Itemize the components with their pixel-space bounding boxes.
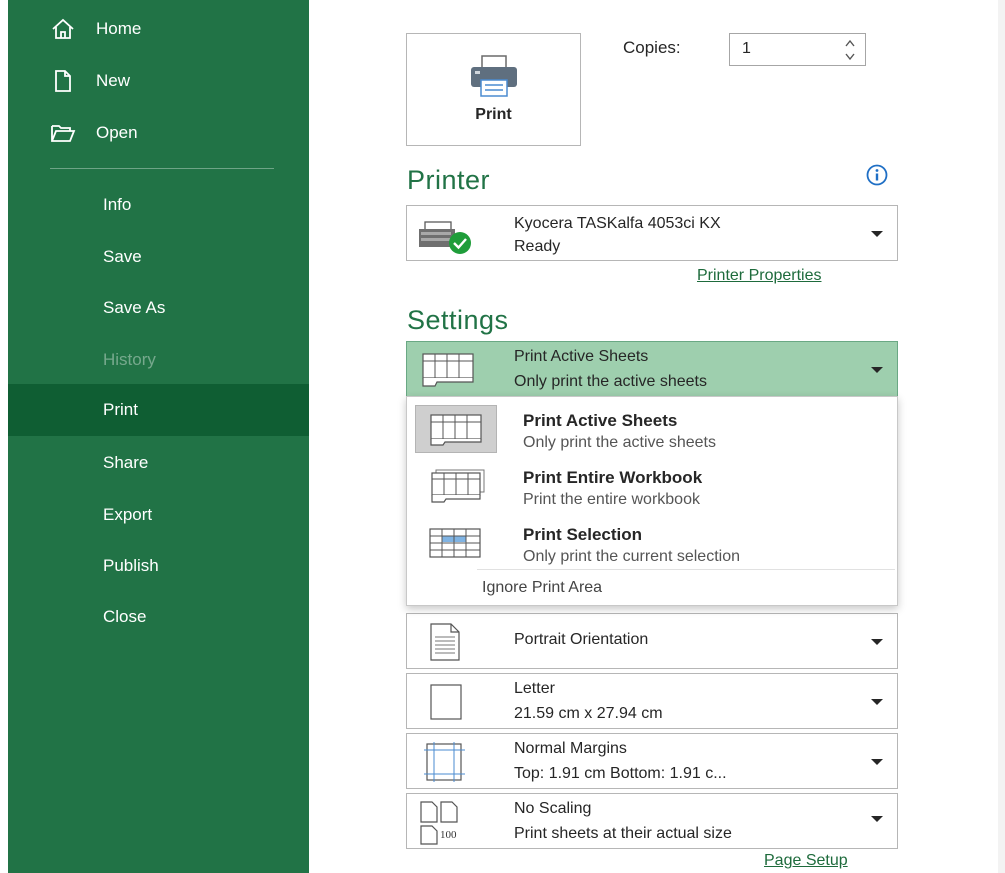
- menu-item-title: Print Selection: [523, 525, 643, 544]
- menu-item-subtitle: Only print the active sheets: [523, 434, 716, 451]
- margins-title: Normal Margins: [514, 740, 627, 757]
- chevron-down-icon: [871, 816, 883, 822]
- sidebar-item-history: History: [8, 334, 309, 386]
- sidebar-item-label: Home: [96, 19, 142, 38]
- sidebar-item-info[interactable]: Info: [8, 179, 309, 231]
- printer-device-icon: [419, 221, 471, 254]
- sidebar-item-new[interactable]: New: [8, 58, 309, 104]
- sidebar-item-export[interactable]: Export: [8, 489, 309, 541]
- margins-dropdown[interactable]: Normal Margins Top: 1.91 cm Bottom: 1.91…: [406, 733, 898, 789]
- sidebar-item-label: Export: [103, 505, 153, 524]
- active-sheets-icon: [422, 353, 474, 387]
- printer-icon: [471, 55, 517, 97]
- menu-item-title: Print Entire Workbook: [523, 468, 703, 487]
- scaling-dropdown[interactable]: 100 No Scaling Print sheets at their act…: [406, 793, 898, 849]
- margins-subtitle: Top: 1.91 cm Bottom: 1.91 c...: [514, 765, 727, 782]
- paper-size-dropdown[interactable]: Letter 21.59 cm x 27.94 cm: [406, 673, 898, 729]
- copies-value: 1: [742, 40, 751, 57]
- paper-size-title: Letter: [514, 680, 555, 697]
- new-document-icon: [55, 70, 71, 92]
- menu-item-subtitle: Print the entire workbook: [523, 491, 700, 508]
- sidebar-item-label: New: [96, 71, 131, 90]
- sidebar-item-publish[interactable]: Publish: [8, 540, 309, 592]
- chevron-down-icon: [871, 367, 883, 373]
- selection-icon: [429, 528, 481, 558]
- sidebar-item-home[interactable]: Home: [8, 6, 309, 52]
- info-icon[interactable]: [865, 163, 889, 187]
- printer-status: Ready: [514, 238, 561, 255]
- menu-item-subtitle: Only print the current selection: [523, 548, 740, 565]
- what-to-print-menu: Print Active Sheets Only print the activ…: [406, 396, 898, 606]
- entire-workbook-icon: [431, 469, 485, 503]
- page-setup-link[interactable]: Page Setup: [764, 852, 848, 870]
- chevron-down-icon: [871, 699, 883, 705]
- chevron-down-icon: [871, 231, 883, 237]
- backstage-sidebar: Home New Open Info Save Save As History …: [8, 0, 309, 873]
- what-to-print-subtitle: Only print the active sheets: [514, 373, 707, 390]
- portrait-page-icon: [430, 623, 460, 661]
- menu-divider: [477, 569, 895, 570]
- copies-label: Copies:: [623, 38, 681, 57]
- what-to-print-title: Print Active Sheets: [514, 348, 649, 365]
- right-scroll-gutter: [998, 0, 1005, 873]
- scaling-title: No Scaling: [514, 800, 592, 817]
- paper-size-subtitle: 21.59 cm x 27.94 cm: [514, 705, 663, 722]
- printer-dropdown[interactable]: Kyocera TASKalfa 4053ci KX Ready: [406, 205, 898, 261]
- printer-properties-link[interactable]: Printer Properties: [697, 267, 822, 285]
- sidebar-item-label: Publish: [103, 556, 159, 575]
- menu-item-print-selection[interactable]: Print Selection Only print the current s…: [407, 515, 897, 571]
- margins-icon: [424, 742, 465, 782]
- chevron-down-icon: [871, 639, 883, 645]
- settings-section-title: Settings: [407, 305, 509, 335]
- sidebar-item-label: Save As: [103, 298, 166, 317]
- paper-size-icon: [430, 684, 462, 720]
- home-icon: [52, 18, 74, 39]
- ready-check-icon: [449, 232, 471, 254]
- sidebar-item-share[interactable]: Share: [8, 437, 309, 489]
- menu-item-icon-frame: [415, 519, 497, 567]
- sidebar-item-label: Save: [103, 247, 142, 266]
- sidebar-item-label: Open: [96, 123, 138, 142]
- what-to-print-dropdown[interactable]: Print Active Sheets Only print the activ…: [406, 341, 898, 397]
- ignore-print-area-option[interactable]: Ignore Print Area: [482, 579, 602, 597]
- sidebar-item-label: Share: [103, 453, 149, 472]
- printer-name: Kyocera TASKalfa 4053ci KX: [514, 215, 721, 232]
- menu-item-icon-frame: [415, 405, 497, 453]
- scaling-subtitle: Print sheets at their actual size: [514, 825, 732, 842]
- sidebar-item-open[interactable]: Open: [8, 110, 309, 156]
- sidebar-item-label: Close: [103, 607, 147, 626]
- sidebar-item-print[interactable]: Print: [8, 384, 309, 436]
- sidebar-item-label: Print: [103, 400, 138, 419]
- sidebar-item-label: History: [103, 350, 156, 369]
- sidebar-item-label: Info: [103, 195, 132, 214]
- print-button[interactable]: Print: [406, 33, 581, 146]
- active-sheets-icon: [430, 414, 482, 446]
- menu-item-print-entire-workbook[interactable]: Print Entire Workbook Print the entire w…: [407, 458, 897, 514]
- menu-item-title: Print Active Sheets: [523, 411, 678, 430]
- menu-item-icon-frame: [415, 462, 497, 510]
- sidebar-item-save[interactable]: Save: [8, 231, 309, 283]
- orientation-dropdown[interactable]: Portrait Orientation: [406, 613, 898, 669]
- scaling-icon-label: 100: [440, 829, 457, 841]
- copies-stepper[interactable]: 1: [729, 33, 866, 66]
- open-folder-icon: [51, 125, 76, 142]
- print-button-label: Print: [475, 106, 512, 123]
- chevron-down-icon: [871, 759, 883, 765]
- sidebar-item-save-as[interactable]: Save As: [8, 282, 309, 334]
- printer-section-title: Printer: [407, 165, 491, 195]
- sidebar-divider: [50, 168, 274, 169]
- sidebar-item-close[interactable]: Close: [8, 591, 309, 643]
- menu-item-print-active-sheets[interactable]: Print Active Sheets Only print the activ…: [407, 401, 897, 457]
- orientation-title: Portrait Orientation: [514, 631, 649, 648]
- spin-arrows-icon[interactable]: [843, 36, 857, 64]
